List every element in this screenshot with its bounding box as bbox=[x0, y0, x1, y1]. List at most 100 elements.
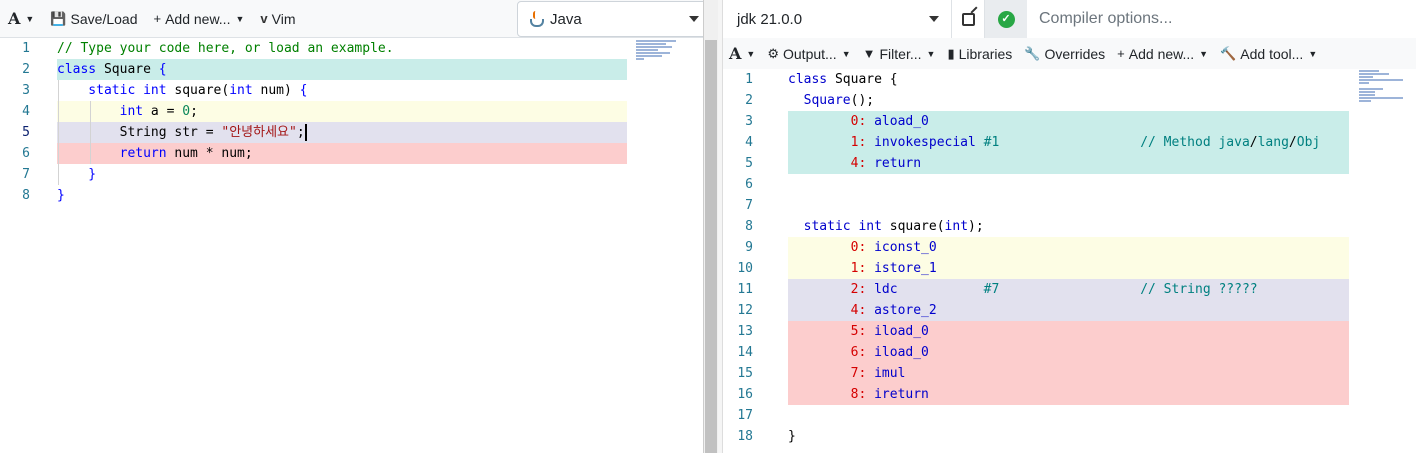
compiler-options-placeholder: Compiler options... bbox=[1039, 10, 1173, 27]
bytecode-line: 4 1: invokespecial #1 // Method java/lan… bbox=[723, 132, 1349, 153]
bytecode-line: 16 8: ireturn bbox=[723, 384, 1349, 405]
gear-icon: ⚙ bbox=[767, 45, 779, 61]
code-text: Square(); bbox=[803, 93, 875, 108]
code-text: 4: return bbox=[788, 153, 1349, 174]
line-number: 2 bbox=[22, 62, 30, 77]
code-text: static int square(int num) { bbox=[57, 80, 703, 101]
filter-button[interactable]: ▼ Filter... ▼ bbox=[857, 38, 942, 69]
save-icon: 💾 bbox=[50, 10, 67, 26]
source-line: 5 String str = "안녕하세요"; bbox=[0, 122, 703, 143]
bytecode-line: 6 bbox=[723, 174, 1349, 195]
compile-status[interactable]: ✓ bbox=[985, 0, 1027, 38]
line-number: 9 bbox=[745, 240, 753, 255]
language-select[interactable]: Java bbox=[517, 1, 703, 37]
line-number: 8 bbox=[745, 219, 753, 234]
code-text: 2: ldc #7 // String ????? bbox=[788, 279, 1349, 300]
source-line: 3 static int square(int num) { bbox=[0, 80, 703, 101]
vim-label: Vim bbox=[271, 10, 296, 27]
bytecode-line: 5 4: return bbox=[723, 153, 1349, 174]
line-number: 3 bbox=[22, 83, 30, 98]
overrides-label: Overrides bbox=[1044, 45, 1106, 62]
add-new-button[interactable]: + Add new... ▼ bbox=[145, 0, 252, 37]
code-text: 1: istore_1 bbox=[788, 258, 1349, 279]
text-cursor bbox=[304, 124, 307, 141]
source-editor-pane: A ▼ 💾 Save/Load + Add new... ▼ v Vim Java … bbox=[0, 0, 704, 453]
source-line: 6 return num * num; bbox=[0, 143, 703, 164]
output-add-new-label: Add new... bbox=[1128, 45, 1195, 62]
libraries-label: Libraries bbox=[958, 45, 1013, 62]
bytecode-line: 1 class Square { bbox=[723, 69, 1349, 90]
line-number: 16 bbox=[737, 387, 753, 402]
line-number: 4 bbox=[22, 104, 30, 119]
bytecode-line: 17 bbox=[723, 405, 1349, 426]
code-text: 1: invokespecial #1 // Method java/lang/… bbox=[788, 132, 1349, 153]
line-number: 15 bbox=[737, 366, 753, 381]
wrench-icon: 🔧 bbox=[1024, 45, 1041, 61]
code-text: } bbox=[788, 429, 796, 444]
pane-splitter[interactable] bbox=[704, 0, 723, 453]
source-line: 7 } bbox=[0, 164, 703, 185]
bytecode-line: 15 7: imul bbox=[723, 363, 1349, 384]
output-label: Output... bbox=[783, 45, 837, 62]
plus-icon: + bbox=[153, 11, 162, 26]
compiler-options-input[interactable]: Compiler options... bbox=[1027, 0, 1416, 38]
bytecode-line: 18} bbox=[723, 426, 1349, 447]
chevron-down-icon bbox=[929, 16, 939, 22]
output-minimap[interactable] bbox=[1359, 70, 1409, 103]
code-editor[interactable]: 1 // Type your code here, or load an exam… bbox=[0, 38, 703, 453]
output-font-button[interactable]: A ▼ bbox=[723, 38, 761, 69]
vim-toggle[interactable]: v Vim bbox=[252, 0, 303, 37]
source-line: 1 // Type your code here, or load an exam… bbox=[0, 38, 703, 59]
code-text: 7: imul bbox=[788, 363, 1349, 384]
bytecode-line: 9 0: iconst_0 bbox=[723, 237, 1349, 258]
line-number: 1 bbox=[22, 41, 30, 56]
save-load-label: Save/Load bbox=[70, 10, 138, 27]
source-minimap[interactable] bbox=[636, 40, 682, 62]
bytecode-line: 3 0: aload_0 bbox=[723, 111, 1349, 132]
code-text: return num * num; bbox=[57, 143, 703, 164]
code-text: 6: iload_0 bbox=[788, 342, 1349, 363]
line-number: 18 bbox=[737, 429, 753, 444]
editor-scrollbar[interactable] bbox=[704, 0, 718, 453]
line-number: 4 bbox=[745, 135, 753, 150]
add-tool-button[interactable]: 🔨 Add tool... ▼ bbox=[1214, 38, 1323, 69]
line-number: 6 bbox=[745, 177, 753, 192]
filter-icon: ▼ bbox=[862, 46, 876, 61]
bytecode-line: 12 4: astore_2 bbox=[723, 300, 1349, 321]
compiler-pane: jdk 21.0.0 ✓ Compiler options... A ▼ ⚙ Ou… bbox=[723, 0, 1416, 453]
line-number: 10 bbox=[737, 261, 753, 276]
libraries-button[interactable]: ▮ Libraries bbox=[941, 38, 1018, 69]
line-number: 11 bbox=[737, 282, 753, 297]
bytecode-line: 13 5: iload_0 bbox=[723, 321, 1349, 342]
code-text: // Type your code here, or load an examp… bbox=[57, 41, 394, 56]
popout-button[interactable] bbox=[952, 0, 985, 38]
bytecode-line: 7 bbox=[723, 195, 1349, 216]
compiler-select[interactable]: jdk 21.0.0 bbox=[723, 0, 952, 38]
add-new-label: Add new... bbox=[165, 10, 231, 27]
bytecode-line: 2 Square(); bbox=[723, 90, 1349, 111]
bytecode-line: 10 1: istore_1 bbox=[723, 258, 1349, 279]
line-number: 14 bbox=[737, 345, 753, 360]
font-size-button[interactable]: A ▼ bbox=[0, 0, 42, 37]
line-number: 13 bbox=[737, 324, 753, 339]
code-text: int a = 0; bbox=[57, 101, 703, 122]
overrides-button[interactable]: 🔧 Overrides bbox=[1018, 38, 1111, 69]
code-text: 5: iload_0 bbox=[788, 321, 1349, 342]
line-number: 5 bbox=[22, 125, 30, 140]
line-number: 17 bbox=[737, 408, 753, 423]
bytecode-line: 11 2: ldc #7 // String ????? bbox=[723, 279, 1349, 300]
output-button[interactable]: ⚙ Output... ▼ bbox=[761, 38, 856, 69]
font-icon: A bbox=[729, 44, 742, 63]
add-tool-label: Add tool... bbox=[1240, 45, 1304, 62]
source-line: 8} bbox=[0, 185, 703, 206]
save-load-button[interactable]: 💾 Save/Load bbox=[42, 0, 145, 37]
code-text: 4: astore_2 bbox=[788, 300, 1349, 321]
chevron-down-icon bbox=[689, 16, 699, 22]
bytecode-output[interactable]: 1 class Square {2 Square(); 3 0: aload_0 4 … bbox=[723, 69, 1349, 453]
bytecode-line: 8 static int square(int); bbox=[723, 216, 1349, 237]
output-add-new-button[interactable]: + Add new... ▼ bbox=[1111, 38, 1214, 69]
font-icon: A bbox=[8, 9, 21, 28]
